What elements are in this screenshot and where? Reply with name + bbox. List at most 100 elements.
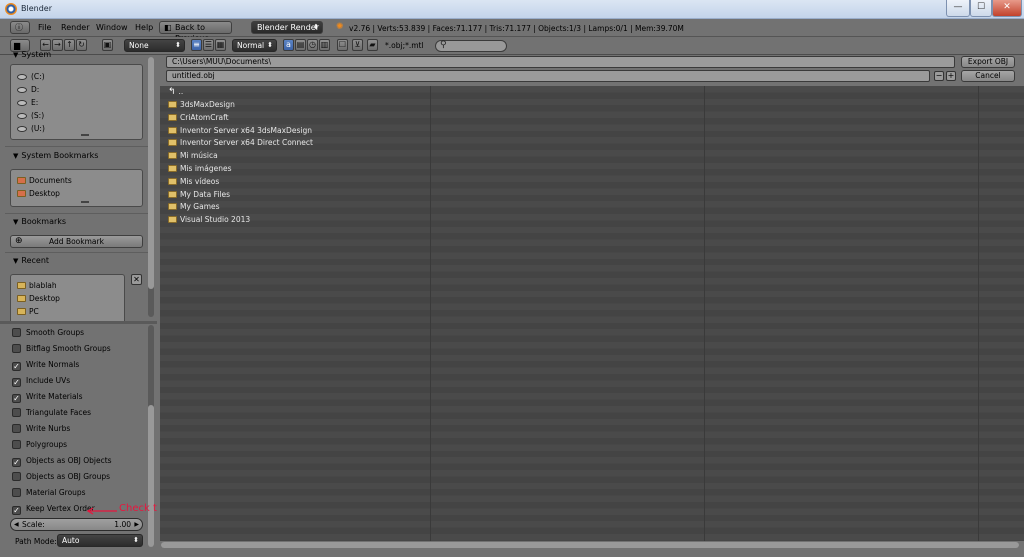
folder-row[interactable]: Inventor Server x64 3dsMaxDesign	[168, 126, 312, 135]
checkbox[interactable]	[12, 344, 21, 353]
add-bookmark-button[interactable]: ⊕ Add Bookmark	[10, 235, 143, 248]
option-polygroups[interactable]: Polygroups	[12, 440, 67, 449]
render-engine-select[interactable]: Blender Render ⬍	[251, 21, 323, 34]
checkmark-icon[interactable]: ✓	[12, 394, 21, 403]
cancel-button[interactable]: Cancel	[961, 70, 1015, 82]
increment-arrow-icon[interactable]: ▶	[134, 519, 139, 530]
decrement-filename-icon[interactable]: −	[934, 71, 944, 81]
checkbox[interactable]	[12, 328, 21, 337]
checkmark-icon[interactable]: ✓	[12, 378, 21, 387]
sort-ext-icon[interactable]: ▤	[295, 39, 306, 51]
scrollbar-thumb[interactable]	[148, 405, 154, 547]
option-objects-as-obj-objects[interactable]: ✓ Objects as OBJ Objects	[12, 456, 112, 467]
recent-item[interactable]: blablah	[17, 281, 57, 290]
scrollbar-thumb[interactable]	[161, 542, 1019, 548]
filter-icon[interactable]: ⊻	[352, 39, 363, 51]
folder-row[interactable]: My Games	[168, 202, 220, 211]
scrollbar-thumb[interactable]	[148, 57, 154, 289]
checkbox[interactable]	[12, 472, 21, 481]
thumbnail-size-select[interactable]: Normal ⬍	[232, 39, 277, 52]
option-bitflag-smooth-groups[interactable]: Bitflag Smooth Groups	[12, 344, 111, 353]
system-panel-header[interactable]: ▼ System	[13, 50, 51, 59]
folder-row[interactable]: My Data Files	[168, 190, 230, 199]
option-smooth-groups[interactable]: Smooth Groups	[12, 328, 84, 337]
scale-field[interactable]: ◀ Scale: 1.00 ▶	[10, 518, 143, 531]
search-input[interactable]: ⚲	[435, 40, 507, 52]
system-bookmarks-header[interactable]: ▼ System Bookmarks	[13, 151, 98, 160]
option-write-normals[interactable]: ✓ Write Normals	[12, 360, 79, 371]
bookmark-item[interactable]: Documents	[17, 176, 72, 185]
folder-filter-icon[interactable]: ▰	[367, 39, 378, 51]
short-list-icon[interactable]: ≡	[191, 39, 202, 51]
filter-glob-text[interactable]: *.obj;*.mtl	[385, 41, 424, 50]
file-list-scrollbar[interactable]	[161, 542, 1019, 548]
drive-item[interactable]: (S:)	[17, 111, 44, 120]
folder-row[interactable]: CriAtomCraft	[168, 113, 229, 122]
folder-row[interactable]: Inventor Server x64 Direct Connect	[168, 138, 313, 147]
filename-field[interactable]: untitled.obj	[166, 70, 930, 82]
resize-grip[interactable]	[81, 201, 89, 203]
folder-row[interactable]: Mis imágenes	[168, 164, 231, 173]
editor-type-button[interactable]: ⓘ	[10, 21, 30, 34]
option-keep-vertex-order[interactable]: ✓ Keep Vertex Order	[12, 504, 95, 515]
option-objects-as-obj-groups[interactable]: Objects as OBJ Groups	[12, 472, 110, 481]
sidebar-scrollbar[interactable]	[148, 57, 154, 317]
new-folder-icon[interactable]: ▣	[102, 39, 113, 51]
folder-row[interactable]: Mi música	[168, 151, 218, 160]
thumbnails-icon[interactable]: ▦	[215, 39, 226, 51]
parent-dir-icon[interactable]: ↑	[64, 39, 75, 51]
hide-dot-files-icon[interactable]: ☐	[337, 39, 348, 51]
clear-recent-icon[interactable]: ✕	[131, 274, 142, 285]
bookmark-item[interactable]: Desktop	[17, 189, 60, 198]
bookmarks-header[interactable]: ▼ Bookmarks	[13, 217, 66, 226]
refresh-icon[interactable]: ↻	[76, 39, 87, 51]
checkbox[interactable]	[12, 408, 21, 417]
maximize-button[interactable]: ☐	[970, 0, 992, 17]
folder-icon	[168, 101, 177, 108]
close-button[interactable]: ✕	[992, 0, 1022, 17]
recent-item[interactable]: PC	[17, 307, 39, 316]
select-arrows-icon: ⬍	[267, 41, 273, 49]
option-material-groups[interactable]: Material Groups	[12, 488, 86, 497]
recent-header[interactable]: ▼ Recent	[13, 256, 49, 265]
sort-alpha-icon[interactable]: a	[283, 39, 294, 51]
folder-row[interactable]: Visual Studio 2013	[168, 215, 250, 224]
increment-filename-icon[interactable]: +	[946, 71, 956, 81]
resize-grip[interactable]	[81, 134, 89, 136]
minimize-button[interactable]: —	[946, 0, 970, 17]
recursion-select[interactable]: None ⬍	[124, 39, 185, 52]
decrement-arrow-icon[interactable]: ◀	[14, 519, 19, 530]
back-to-previous-button[interactable]: ◧ Back to Previous	[159, 21, 232, 43]
sort-time-icon[interactable]: ◷	[307, 39, 318, 51]
option-write-nurbs[interactable]: Write Nurbs	[12, 424, 70, 433]
folder-row[interactable]: Mis vídeos	[168, 177, 219, 186]
menu-file[interactable]: File	[38, 23, 51, 32]
parent-directory-row[interactable]: ↰..	[168, 87, 183, 97]
checkbox[interactable]	[12, 424, 21, 433]
drive-item[interactable]: D:	[17, 85, 39, 94]
menu-window[interactable]: Window	[96, 23, 128, 32]
drive-item[interactable]: (C:)	[17, 72, 45, 81]
menu-render[interactable]: Render	[61, 23, 89, 32]
folder-label: Inventor Server x64 3dsMaxDesign	[180, 126, 312, 135]
region-divider[interactable]	[0, 321, 157, 324]
option-write-materials[interactable]: ✓ Write Materials	[12, 392, 83, 403]
export-obj-button[interactable]: Export OBJ	[961, 56, 1015, 68]
recent-item[interactable]: Desktop	[17, 294, 60, 303]
forward-arrow-icon[interactable]: →	[52, 39, 63, 51]
path-mode-select[interactable]: Auto ⬍	[57, 534, 143, 547]
menu-help[interactable]: Help	[135, 23, 153, 32]
checkbox[interactable]	[12, 488, 21, 497]
checkmark-icon[interactable]: ✓	[12, 458, 21, 467]
option-include-uvs[interactable]: ✓ Include UVs	[12, 376, 70, 387]
drive-item[interactable]: E:	[17, 98, 38, 107]
checkmark-icon[interactable]: ✓	[12, 506, 21, 515]
checkbox[interactable]	[12, 440, 21, 449]
option-triangulate-faces[interactable]: Triangulate Faces	[12, 408, 91, 417]
long-list-icon[interactable]: ☰	[203, 39, 214, 51]
directory-path-field[interactable]: C:\Users\MUU\Documents\	[166, 56, 955, 68]
folder-row[interactable]: 3dsMaxDesign	[168, 100, 235, 109]
drive-item[interactable]: (U:)	[17, 124, 45, 133]
checkmark-icon[interactable]: ✓	[12, 362, 21, 371]
sort-size-icon[interactable]: ▥	[319, 39, 330, 51]
